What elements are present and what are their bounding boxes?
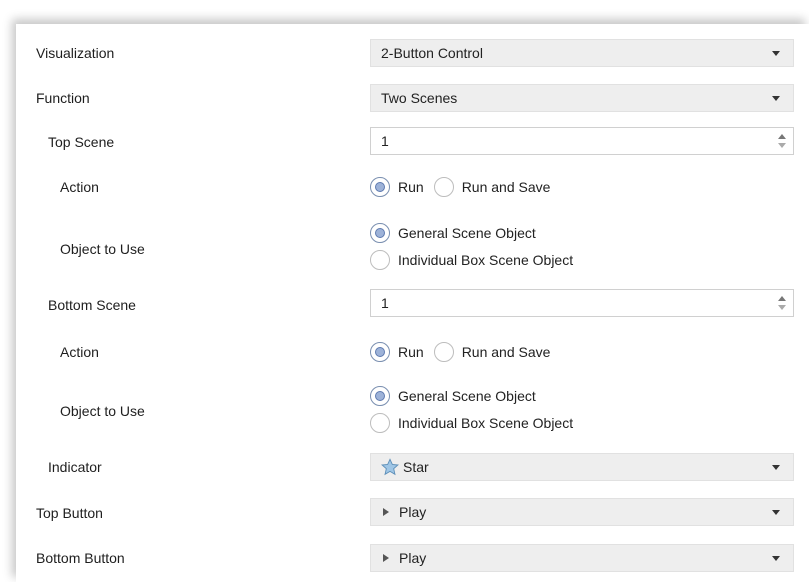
- visualization-value: 2-Button Control: [381, 45, 483, 61]
- bottom-action-label: Action: [60, 344, 99, 360]
- radio-checked-icon: [370, 223, 390, 243]
- function-value: Two Scenes: [381, 90, 458, 106]
- indicator-value: Star: [403, 459, 429, 475]
- function-label: Function: [36, 90, 90, 106]
- radio-unchecked-icon: [433, 342, 454, 362]
- bottom-action-run-radio[interactable]: Run: [370, 340, 424, 364]
- chevron-down-icon: [772, 51, 780, 56]
- bottom-object-radio-group: General Scene Object Individual Box Scen…: [370, 384, 583, 438]
- top-scene-label: Top Scene: [48, 134, 115, 150]
- bottom-action-radio-group: Run Run and Save: [370, 340, 560, 364]
- top-scene-value: 1: [381, 133, 389, 149]
- play-icon: [383, 508, 389, 516]
- chevron-down-icon: [772, 510, 780, 515]
- bottom-scene-value: 1: [381, 295, 389, 311]
- spin-down-icon[interactable]: [778, 305, 786, 310]
- chevron-down-icon: [772, 96, 780, 101]
- top-object-radio-group: General Scene Object Individual Box Scen…: [370, 221, 583, 275]
- spin-up-icon[interactable]: [778, 296, 786, 301]
- chevron-down-icon: [772, 556, 780, 561]
- function-select[interactable]: Two Scenes: [370, 84, 794, 112]
- bottom-object-general-radio[interactable]: General Scene Object: [370, 384, 573, 408]
- chevron-down-icon: [772, 465, 780, 470]
- bottom-button-value: Play: [399, 550, 427, 566]
- spin-down-icon[interactable]: [778, 143, 786, 148]
- radio-checked-icon: [370, 386, 390, 406]
- bottom-object-individual-radio[interactable]: Individual Box Scene Object: [370, 411, 573, 435]
- bottom-scene-spinbox[interactable]: 1: [370, 289, 794, 317]
- bottom-action-run-and-save-radio[interactable]: Run and Save: [433, 340, 550, 364]
- top-object-label: Object to Use: [60, 241, 145, 257]
- top-object-general-radio[interactable]: General Scene Object: [370, 221, 573, 245]
- top-action-run-radio[interactable]: Run: [370, 175, 424, 199]
- indicator-label: Indicator: [48, 459, 102, 475]
- spin-up-icon[interactable]: [778, 134, 786, 139]
- visualization-label: Visualization: [36, 45, 115, 61]
- top-object-individual-radio[interactable]: Individual Box Scene Object: [370, 248, 573, 272]
- top-button-value: Play: [399, 504, 427, 520]
- play-icon: [383, 554, 389, 562]
- radio-checked-icon: [370, 342, 390, 362]
- spinner-arrows-icon[interactable]: [777, 295, 787, 311]
- indicator-select[interactable]: Star: [370, 453, 794, 481]
- top-action-label: Action: [60, 179, 99, 195]
- top-button-label: Top Button: [36, 505, 103, 521]
- radio-unchecked-icon: [370, 250, 390, 270]
- bottom-object-label: Object to Use: [60, 403, 145, 419]
- bottom-scene-label: Bottom Scene: [48, 297, 136, 313]
- radio-unchecked-icon: [370, 413, 390, 433]
- star-icon: [381, 458, 399, 476]
- top-scene-spinbox[interactable]: 1: [370, 127, 794, 155]
- spinner-arrows-icon[interactable]: [777, 133, 787, 149]
- visualization-select[interactable]: 2-Button Control: [370, 39, 794, 67]
- bottom-button-label: Bottom Button: [36, 550, 125, 566]
- top-action-radio-group: Run Run and Save: [370, 175, 560, 199]
- top-action-run-and-save-radio[interactable]: Run and Save: [433, 175, 550, 199]
- radio-checked-icon: [370, 177, 390, 197]
- radio-unchecked-icon: [433, 177, 454, 197]
- bottom-button-select[interactable]: Play: [370, 544, 794, 572]
- top-button-select[interactable]: Play: [370, 498, 794, 526]
